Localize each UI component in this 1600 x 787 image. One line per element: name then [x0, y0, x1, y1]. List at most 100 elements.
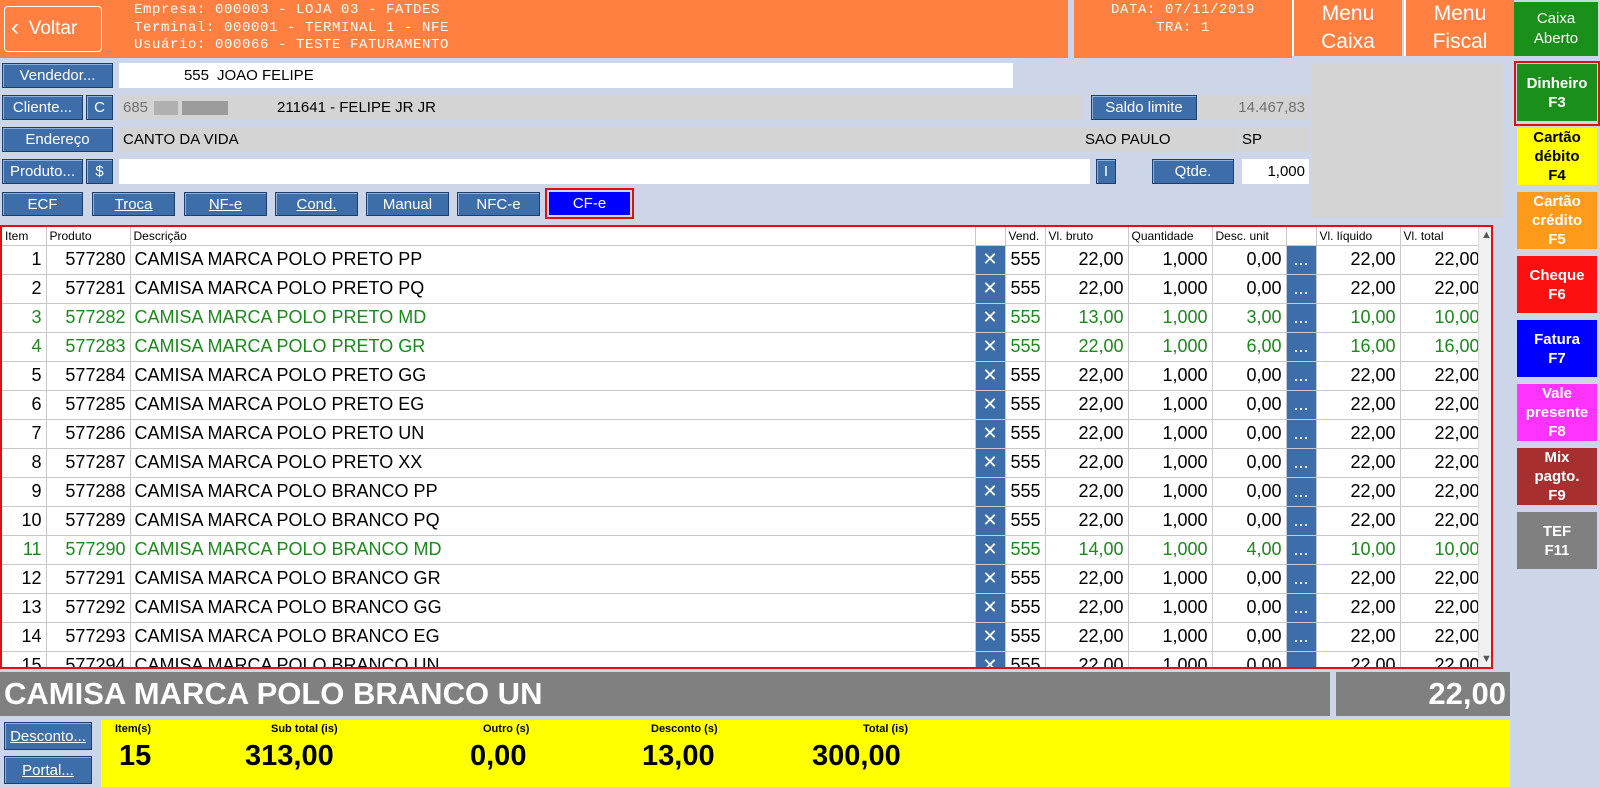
remove-item-button[interactable]: ✕: [975, 593, 1006, 623]
table-scrollbar[interactable]: ▲ ▼: [1478, 227, 1491, 667]
remove-item-button[interactable]: ✕: [975, 477, 1006, 507]
scroll-up-icon[interactable]: ▲: [1481, 229, 1491, 241]
column-header[interactable]: Quantidade: [1128, 227, 1213, 246]
menu-fiscal-button[interactable]: Menu Fiscal: [1404, 0, 1514, 56]
table-row[interactable]: 1 577280 CAMISA MARCA POLO PRETO PP ✕ 555 22,…: [2, 245, 1485, 275]
payment-button[interactable]: Vale presente F8: [1517, 384, 1597, 441]
table-row[interactable]: 2 577281 CAMISA MARCA POLO PRETO PQ ✕ 555 22,…: [2, 274, 1485, 304]
remove-item-button[interactable]: ✕: [975, 651, 1006, 667]
remove-item-button[interactable]: ✕: [975, 361, 1006, 391]
table-row[interactable]: 7 577286 CAMISA MARCA POLO PRETO UN ✕ 555 22,…: [2, 419, 1485, 449]
column-header[interactable]: [975, 227, 1006, 246]
table-row[interactable]: 5 577284 CAMISA MARCA POLO PRETO GG ✕ 555 22,…: [2, 361, 1485, 391]
produto-input[interactable]: [119, 159, 1090, 184]
table-row[interactable]: 12 577291 CAMISA MARCA POLO BRANCO GR ✕ 555 2…: [2, 564, 1485, 594]
remove-item-button[interactable]: ✕: [975, 419, 1006, 449]
payment-button[interactable]: Cartão crédito F5: [1517, 192, 1597, 249]
cliente-c-button[interactable]: C: [86, 95, 113, 120]
portal-button[interactable]: Portal...: [4, 756, 92, 784]
item-detail-button[interactable]: ...: [1286, 564, 1317, 594]
payment-button[interactable]: Cartão débito F4: [1517, 128, 1597, 185]
remove-item-button[interactable]: ✕: [975, 506, 1006, 536]
remove-item-button[interactable]: ✕: [975, 448, 1006, 478]
item-detail-button[interactable]: ...: [1286, 303, 1317, 333]
table-row[interactable]: 4 577283 CAMISA MARCA POLO PRETO GR ✕ 555 22,…: [2, 332, 1485, 362]
produto-cell: 577293: [46, 622, 131, 652]
close-x-icon: ✕: [982, 423, 998, 443]
scroll-down-icon[interactable]: ▼: [1481, 653, 1491, 665]
table-row[interactable]: 3 577282 CAMISA MARCA POLO PRETO MD ✕ 555 13,…: [2, 303, 1485, 333]
remove-item-button[interactable]: ✕: [975, 564, 1006, 594]
produto-button[interactable]: Produto...: [2, 159, 83, 184]
item-detail-button[interactable]: ...: [1286, 506, 1317, 536]
item-detail-button[interactable]: ...: [1286, 274, 1317, 304]
column-header[interactable]: Item: [2, 227, 47, 246]
payment-button[interactable]: Cheque F6: [1517, 256, 1597, 313]
nfe-button[interactable]: NF-e: [184, 192, 267, 216]
table-row[interactable]: 14 577293 CAMISA MARCA POLO BRANCO EG ✕ 555 2…: [2, 622, 1485, 652]
vendedor-button[interactable]: Vendedor...: [2, 63, 113, 88]
close-x-icon: ✕: [982, 365, 998, 385]
remove-item-button[interactable]: ✕: [975, 622, 1006, 652]
qtde-input[interactable]: 1,000: [1242, 159, 1309, 184]
table-row[interactable]: 6 577285 CAMISA MARCA POLO PRETO EG ✕ 555 22,…: [2, 390, 1485, 420]
troca-button[interactable]: Troca: [92, 192, 175, 216]
total-cell: 22,00: [1400, 506, 1485, 536]
item-detail-button[interactable]: ...: [1286, 448, 1317, 478]
item-detail-button[interactable]: ...: [1286, 332, 1317, 362]
produto-price-button[interactable]: $: [86, 159, 113, 184]
cfe-button[interactable]: CF-e: [549, 192, 630, 215]
column-header[interactable]: Vl. total: [1400, 227, 1485, 246]
column-header[interactable]: Desc. unit: [1212, 227, 1287, 246]
vendedor-code-field[interactable]: 555: [119, 63, 213, 88]
qtde-button[interactable]: Qtde.: [1152, 159, 1234, 184]
item-detail-button[interactable]: ...: [1286, 245, 1317, 275]
payment-button[interactable]: Fatura F7: [1517, 320, 1597, 377]
items-table[interactable]: Item Produto Descrição Vend. Vl. bruto Quanti…: [0, 225, 1493, 669]
item-detail-button[interactable]: ...: [1286, 622, 1317, 652]
remove-item-button[interactable]: ✕: [975, 245, 1006, 275]
remove-item-button[interactable]: ✕: [975, 274, 1006, 304]
item-detail-button[interactable]: ...: [1286, 477, 1317, 507]
payment-button[interactable]: Dinheiro F3: [1517, 64, 1597, 121]
item-detail-button[interactable]: ...: [1286, 390, 1317, 420]
column-header[interactable]: Descrição: [130, 227, 976, 246]
item-detail-button[interactable]: ...: [1286, 651, 1317, 667]
subtotal-value: 313,00: [245, 740, 334, 772]
column-header[interactable]: Vl. líquido: [1316, 227, 1401, 246]
nfce-button[interactable]: NFC-e: [457, 192, 540, 216]
table-row[interactable]: 13 577292 CAMISA MARCA POLO BRANCO GG ✕ 555 2…: [2, 593, 1485, 623]
cliente-button[interactable]: Cliente...: [2, 95, 83, 120]
manual-button[interactable]: Manual: [366, 192, 449, 216]
remove-item-button[interactable]: ✕: [975, 390, 1006, 420]
remove-item-button[interactable]: ✕: [975, 535, 1006, 565]
table-row[interactable]: 11 577290 CAMISA MARCA POLO BRANCO MD ✕ 555 1…: [2, 535, 1485, 565]
back-button[interactable]: ‹ Voltar: [4, 6, 102, 52]
item-detail-button[interactable]: ...: [1286, 535, 1317, 565]
table-row[interactable]: 10 577289 CAMISA MARCA POLO BRANCO PQ ✕ 555 2…: [2, 506, 1485, 536]
payment-button[interactable]: Mix pagto. F9: [1517, 448, 1597, 505]
table-row[interactable]: 15 577294 CAMISA MARCA POLO BRANCO UN ✕ 555 2…: [2, 651, 1485, 667]
saldo-limite-button[interactable]: Saldo limite: [1091, 95, 1197, 120]
table-row[interactable]: 8 577287 CAMISA MARCA POLO PRETO XX ✕ 555 22,…: [2, 448, 1485, 478]
item-detail-button[interactable]: ...: [1286, 419, 1317, 449]
cond-button[interactable]: Cond.: [275, 192, 358, 216]
payment-button[interactable]: TEF F11: [1517, 512, 1597, 569]
menu-caixa-button[interactable]: Menu Caixa: [1292, 0, 1402, 56]
item-detail-button[interactable]: ...: [1286, 593, 1317, 623]
column-header[interactable]: Vend.: [1005, 227, 1046, 246]
column-header[interactable]: Produto: [46, 227, 131, 246]
column-header[interactable]: Vl. bruto: [1045, 227, 1129, 246]
ecf-button[interactable]: ECF: [2, 192, 83, 216]
remove-item-button[interactable]: ✕: [975, 303, 1006, 333]
table-row[interactable]: 9 577288 CAMISA MARCA POLO BRANCO PP ✕ 555 22…: [2, 477, 1485, 507]
remove-item-button[interactable]: ✕: [975, 332, 1006, 362]
descricao-cell: CAMISA MARCA POLO BRANCO EG: [130, 622, 976, 652]
endereco-button[interactable]: Endereço: [2, 127, 113, 152]
column-header[interactable]: [1286, 227, 1317, 246]
item-detail-button[interactable]: ...: [1286, 361, 1317, 391]
info-button[interactable]: I: [1096, 159, 1116, 184]
desconto-button[interactable]: Desconto...: [4, 722, 92, 750]
descricao-cell: CAMISA MARCA POLO PRETO GR: [130, 332, 976, 362]
payment-label: F6: [1548, 285, 1566, 303]
